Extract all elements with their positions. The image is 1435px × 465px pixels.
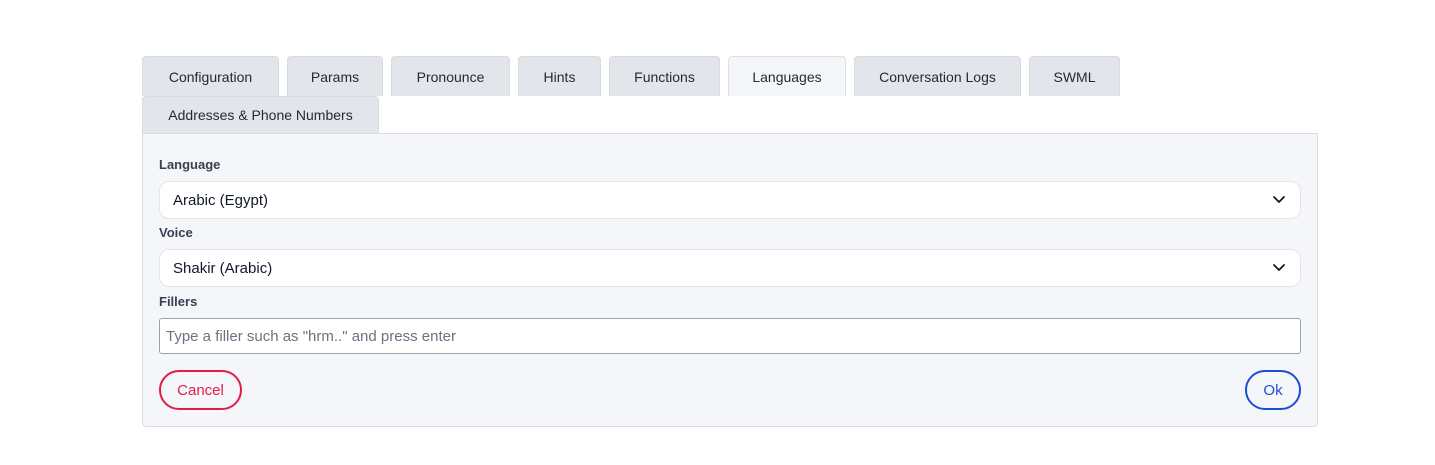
tab-pronounce[interactable]: Pronounce	[391, 56, 510, 96]
tab-params[interactable]: Params	[287, 56, 383, 96]
languages-panel: Language Arabic (Egypt) Voice Shakir (Ar…	[142, 133, 1318, 427]
cancel-button[interactable]: Cancel	[159, 370, 242, 410]
tab-addresses-phone-numbers[interactable]: Addresses & Phone Numbers	[142, 96, 379, 133]
page-header-clipped	[0, 0, 1435, 8]
voice-label: Voice	[159, 225, 193, 240]
voice-select[interactable]: Shakir (Arabic)	[159, 249, 1301, 287]
ok-button[interactable]: Ok	[1245, 370, 1301, 410]
language-label: Language	[159, 157, 221, 172]
chevron-down-icon	[1273, 264, 1285, 271]
chevron-down-icon	[1273, 196, 1285, 203]
language-select[interactable]: Arabic (Egypt)	[159, 181, 1301, 219]
tab-swml[interactable]: SWML	[1029, 56, 1120, 96]
language-select-value: Arabic (Egypt)	[173, 191, 269, 209]
tab-languages[interactable]: Languages	[728, 56, 846, 96]
voice-select-value: Shakir (Arabic)	[173, 259, 273, 277]
tab-configuration[interactable]: Configuration	[142, 56, 279, 96]
fillers-input[interactable]	[159, 318, 1301, 354]
tab-hints[interactable]: Hints	[518, 56, 601, 96]
tab-conversation-logs[interactable]: Conversation Logs	[854, 56, 1021, 96]
fillers-label: Fillers	[159, 294, 198, 309]
tab-functions[interactable]: Functions	[609, 56, 720, 96]
